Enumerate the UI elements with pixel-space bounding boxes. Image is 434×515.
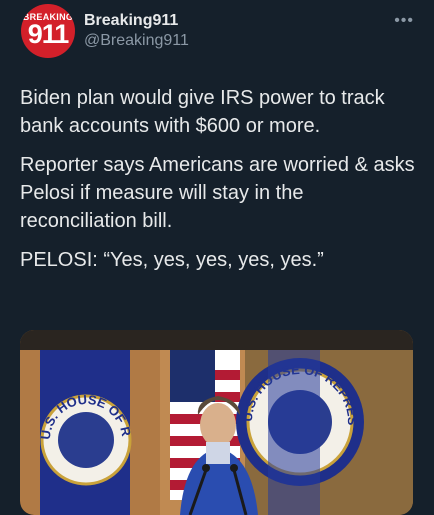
tweet-media-image[interactable]: U.S. HOUSE OF REPRESENTATIVES U.S. HOUSE… xyxy=(20,330,413,515)
tweet-paragraph-1: Biden plan would give IRS power to track… xyxy=(20,87,385,137)
user-handle[interactable]: @Breaking911 xyxy=(84,32,189,50)
avatar-number: 911 xyxy=(27,19,70,49)
tweet-paragraph-3: PELOSI: “Yes, yes, yes, yes, yes.” xyxy=(20,249,324,271)
display-name[interactable]: Breaking911 xyxy=(84,12,178,30)
tweet-header: BREAKING 911 Breaking911 @Breaking911 ••… xyxy=(0,0,434,62)
tweet-text: Biden plan would give IRS power to track… xyxy=(20,84,415,285)
more-icon[interactable]: ••• xyxy=(394,12,414,30)
avatar[interactable]: BREAKING 911 xyxy=(21,4,75,58)
tweet-paragraph-2: Reporter says Americans are worried & as… xyxy=(20,154,415,232)
